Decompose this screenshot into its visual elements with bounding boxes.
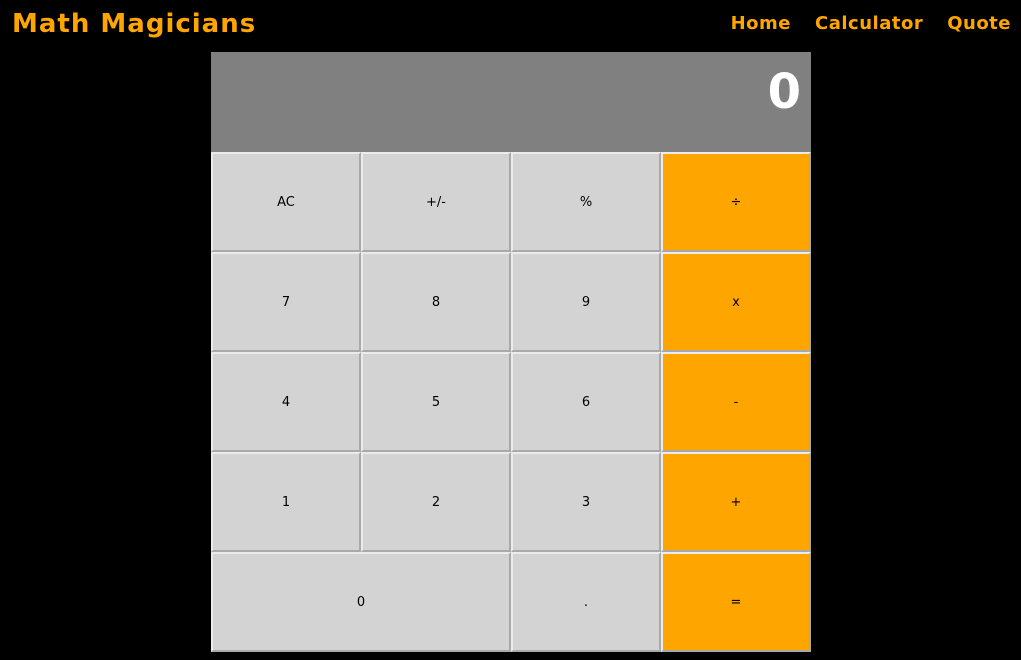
digit-6-button[interactable]: 6: [511, 352, 661, 452]
digit-8-button[interactable]: 8: [361, 252, 511, 352]
calculator: 0 AC +/- % ÷ 7 8 9 x 4 5 6 - 1 2 3 + 0 .…: [211, 52, 811, 652]
nav-link-quote[interactable]: Quote: [947, 12, 1011, 36]
digit-5-button[interactable]: 5: [361, 352, 511, 452]
digit-3-button[interactable]: 3: [511, 452, 661, 552]
site-title: Math Magicians: [12, 9, 257, 39]
digit-9-button[interactable]: 9: [511, 252, 661, 352]
equals-button[interactable]: =: [661, 552, 811, 652]
digit-1-button[interactable]: 1: [211, 452, 361, 552]
clear-button[interactable]: AC: [211, 152, 361, 252]
divide-button[interactable]: ÷: [661, 152, 811, 252]
nav-link-calculator[interactable]: Calculator: [815, 12, 923, 36]
digit-7-button[interactable]: 7: [211, 252, 361, 352]
digit-0-button[interactable]: 0: [211, 552, 511, 652]
main-nav: Home Calculator Quote: [731, 12, 1011, 36]
plus-minus-button[interactable]: +/-: [361, 152, 511, 252]
multiply-button[interactable]: x: [661, 252, 811, 352]
subtract-button[interactable]: -: [661, 352, 811, 452]
display-value: 0: [767, 64, 801, 120]
site-header: Math Magicians Home Calculator Quote: [0, 0, 1021, 48]
add-button[interactable]: +: [661, 452, 811, 552]
percent-button[interactable]: %: [511, 152, 661, 252]
digit-4-button[interactable]: 4: [211, 352, 361, 452]
calculator-display: 0: [211, 52, 811, 152]
decimal-button[interactable]: .: [511, 552, 661, 652]
keypad: AC +/- % ÷ 7 8 9 x 4 5 6 - 1 2 3 + 0 . =: [211, 152, 811, 652]
digit-2-button[interactable]: 2: [361, 452, 511, 552]
nav-link-home[interactable]: Home: [731, 12, 791, 36]
